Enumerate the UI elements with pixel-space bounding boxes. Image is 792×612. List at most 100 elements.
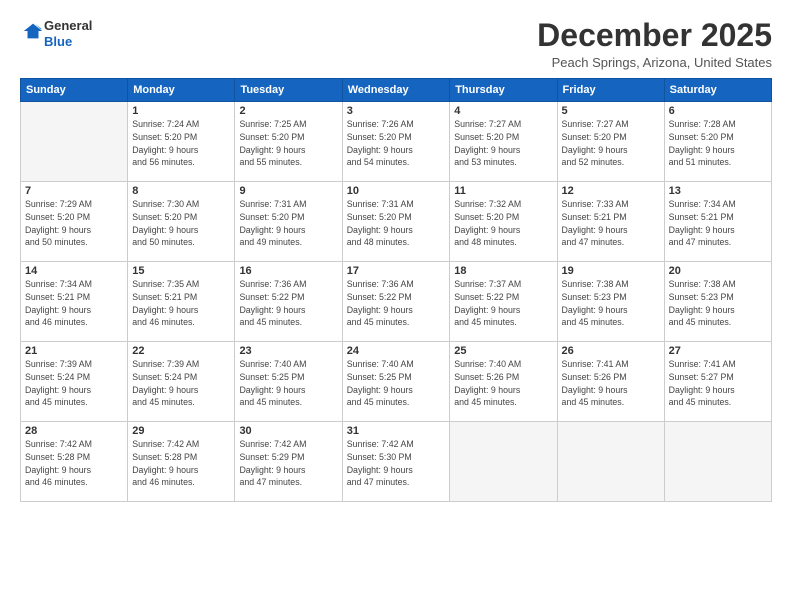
day-info: Sunrise: 7:34 AMSunset: 5:21 PMDaylight:… [25, 278, 123, 329]
calendar-cell: 19Sunrise: 7:38 AMSunset: 5:23 PMDayligh… [557, 262, 664, 342]
day-info: Sunrise: 7:40 AMSunset: 5:26 PMDaylight:… [454, 358, 552, 409]
day-info: Sunrise: 7:27 AMSunset: 5:20 PMDaylight:… [562, 118, 660, 169]
day-info: Sunrise: 7:29 AMSunset: 5:20 PMDaylight:… [25, 198, 123, 249]
calendar-header: SundayMondayTuesdayWednesdayThursdayFrid… [21, 79, 772, 102]
calendar-cell: 29Sunrise: 7:42 AMSunset: 5:28 PMDayligh… [128, 422, 235, 502]
calendar-cell: 21Sunrise: 7:39 AMSunset: 5:24 PMDayligh… [21, 342, 128, 422]
calendar-cell [664, 422, 771, 502]
day-info: Sunrise: 7:24 AMSunset: 5:20 PMDaylight:… [132, 118, 230, 169]
week-row: 28Sunrise: 7:42 AMSunset: 5:28 PMDayligh… [21, 422, 772, 502]
calendar-cell: 22Sunrise: 7:39 AMSunset: 5:24 PMDayligh… [128, 342, 235, 422]
calendar-cell: 28Sunrise: 7:42 AMSunset: 5:28 PMDayligh… [21, 422, 128, 502]
week-row: 7Sunrise: 7:29 AMSunset: 5:20 PMDaylight… [21, 182, 772, 262]
day-number: 8 [132, 185, 230, 197]
day-info: Sunrise: 7:40 AMSunset: 5:25 PMDaylight:… [347, 358, 446, 409]
logo-general-text: General [44, 18, 92, 34]
month-title: December 2025 [537, 18, 772, 53]
header: General Blue December 2025 Peach Springs… [20, 18, 772, 70]
day-number: 6 [669, 105, 767, 117]
calendar-cell: 23Sunrise: 7:40 AMSunset: 5:25 PMDayligh… [235, 342, 342, 422]
day-number: 30 [239, 425, 337, 437]
calendar-cell: 18Sunrise: 7:37 AMSunset: 5:22 PMDayligh… [450, 262, 557, 342]
day-info: Sunrise: 7:38 AMSunset: 5:23 PMDaylight:… [562, 278, 660, 329]
calendar-cell [21, 102, 128, 182]
calendar-cell: 27Sunrise: 7:41 AMSunset: 5:27 PMDayligh… [664, 342, 771, 422]
page: General Blue December 2025 Peach Springs… [0, 0, 792, 612]
calendar-cell: 11Sunrise: 7:32 AMSunset: 5:20 PMDayligh… [450, 182, 557, 262]
calendar-cell: 5Sunrise: 7:27 AMSunset: 5:20 PMDaylight… [557, 102, 664, 182]
day-info: Sunrise: 7:38 AMSunset: 5:23 PMDaylight:… [669, 278, 767, 329]
day-number: 24 [347, 345, 446, 357]
calendar-body: 1Sunrise: 7:24 AMSunset: 5:20 PMDaylight… [21, 102, 772, 502]
calendar-cell: 20Sunrise: 7:38 AMSunset: 5:23 PMDayligh… [664, 262, 771, 342]
day-number: 31 [347, 425, 446, 437]
calendar-cell: 1Sunrise: 7:24 AMSunset: 5:20 PMDaylight… [128, 102, 235, 182]
day-info: Sunrise: 7:42 AMSunset: 5:28 PMDaylight:… [25, 438, 123, 489]
calendar-cell: 2Sunrise: 7:25 AMSunset: 5:20 PMDaylight… [235, 102, 342, 182]
day-info: Sunrise: 7:28 AMSunset: 5:20 PMDaylight:… [669, 118, 767, 169]
day-info: Sunrise: 7:42 AMSunset: 5:30 PMDaylight:… [347, 438, 446, 489]
day-number: 14 [25, 265, 123, 277]
day-info: Sunrise: 7:30 AMSunset: 5:20 PMDaylight:… [132, 198, 230, 249]
day-number: 5 [562, 105, 660, 117]
day-info: Sunrise: 7:33 AMSunset: 5:21 PMDaylight:… [562, 198, 660, 249]
calendar-cell: 24Sunrise: 7:40 AMSunset: 5:25 PMDayligh… [342, 342, 450, 422]
week-row: 1Sunrise: 7:24 AMSunset: 5:20 PMDaylight… [21, 102, 772, 182]
day-info: Sunrise: 7:27 AMSunset: 5:20 PMDaylight:… [454, 118, 552, 169]
calendar-cell: 15Sunrise: 7:35 AMSunset: 5:21 PMDayligh… [128, 262, 235, 342]
day-number: 2 [239, 105, 337, 117]
day-number: 20 [669, 265, 767, 277]
day-info: Sunrise: 7:36 AMSunset: 5:22 PMDaylight:… [347, 278, 446, 329]
day-info: Sunrise: 7:41 AMSunset: 5:26 PMDaylight:… [562, 358, 660, 409]
calendar-cell: 30Sunrise: 7:42 AMSunset: 5:29 PMDayligh… [235, 422, 342, 502]
day-number: 25 [454, 345, 552, 357]
week-row: 21Sunrise: 7:39 AMSunset: 5:24 PMDayligh… [21, 342, 772, 422]
day-number: 27 [669, 345, 767, 357]
day-info: Sunrise: 7:34 AMSunset: 5:21 PMDaylight:… [669, 198, 767, 249]
calendar-cell: 17Sunrise: 7:36 AMSunset: 5:22 PMDayligh… [342, 262, 450, 342]
weekday-header-saturday: Saturday [664, 79, 771, 102]
day-number: 13 [669, 185, 767, 197]
title-block: December 2025 Peach Springs, Arizona, Un… [537, 18, 772, 70]
calendar-cell: 13Sunrise: 7:34 AMSunset: 5:21 PMDayligh… [664, 182, 771, 262]
calendar-cell: 6Sunrise: 7:28 AMSunset: 5:20 PMDaylight… [664, 102, 771, 182]
day-info: Sunrise: 7:40 AMSunset: 5:25 PMDaylight:… [239, 358, 337, 409]
weekday-row: SundayMondayTuesdayWednesdayThursdayFrid… [21, 79, 772, 102]
calendar-cell: 14Sunrise: 7:34 AMSunset: 5:21 PMDayligh… [21, 262, 128, 342]
day-number: 11 [454, 185, 552, 197]
weekday-header-monday: Monday [128, 79, 235, 102]
day-info: Sunrise: 7:35 AMSunset: 5:21 PMDaylight:… [132, 278, 230, 329]
day-info: Sunrise: 7:26 AMSunset: 5:20 PMDaylight:… [347, 118, 446, 169]
calendar-cell: 26Sunrise: 7:41 AMSunset: 5:26 PMDayligh… [557, 342, 664, 422]
logo-icon [22, 20, 44, 42]
day-number: 26 [562, 345, 660, 357]
weekday-header-friday: Friday [557, 79, 664, 102]
week-row: 14Sunrise: 7:34 AMSunset: 5:21 PMDayligh… [21, 262, 772, 342]
day-info: Sunrise: 7:37 AMSunset: 5:22 PMDaylight:… [454, 278, 552, 329]
day-number: 16 [239, 265, 337, 277]
day-info: Sunrise: 7:42 AMSunset: 5:29 PMDaylight:… [239, 438, 337, 489]
calendar-cell: 12Sunrise: 7:33 AMSunset: 5:21 PMDayligh… [557, 182, 664, 262]
day-number: 17 [347, 265, 446, 277]
day-number: 15 [132, 265, 230, 277]
day-number: 21 [25, 345, 123, 357]
day-info: Sunrise: 7:39 AMSunset: 5:24 PMDaylight:… [132, 358, 230, 409]
calendar-cell [450, 422, 557, 502]
calendar-cell [557, 422, 664, 502]
logo-blue-text: Blue [44, 34, 92, 50]
calendar-cell: 10Sunrise: 7:31 AMSunset: 5:20 PMDayligh… [342, 182, 450, 262]
calendar-cell: 4Sunrise: 7:27 AMSunset: 5:20 PMDaylight… [450, 102, 557, 182]
weekday-header-wednesday: Wednesday [342, 79, 450, 102]
day-info: Sunrise: 7:36 AMSunset: 5:22 PMDaylight:… [239, 278, 337, 329]
calendar-cell: 9Sunrise: 7:31 AMSunset: 5:20 PMDaylight… [235, 182, 342, 262]
day-number: 1 [132, 105, 230, 117]
day-number: 9 [239, 185, 337, 197]
day-info: Sunrise: 7:39 AMSunset: 5:24 PMDaylight:… [25, 358, 123, 409]
day-number: 22 [132, 345, 230, 357]
day-number: 10 [347, 185, 446, 197]
calendar-cell: 3Sunrise: 7:26 AMSunset: 5:20 PMDaylight… [342, 102, 450, 182]
location: Peach Springs, Arizona, United States [537, 55, 772, 70]
day-info: Sunrise: 7:31 AMSunset: 5:20 PMDaylight:… [239, 198, 337, 249]
calendar: SundayMondayTuesdayWednesdayThursdayFrid… [20, 78, 772, 502]
day-number: 18 [454, 265, 552, 277]
